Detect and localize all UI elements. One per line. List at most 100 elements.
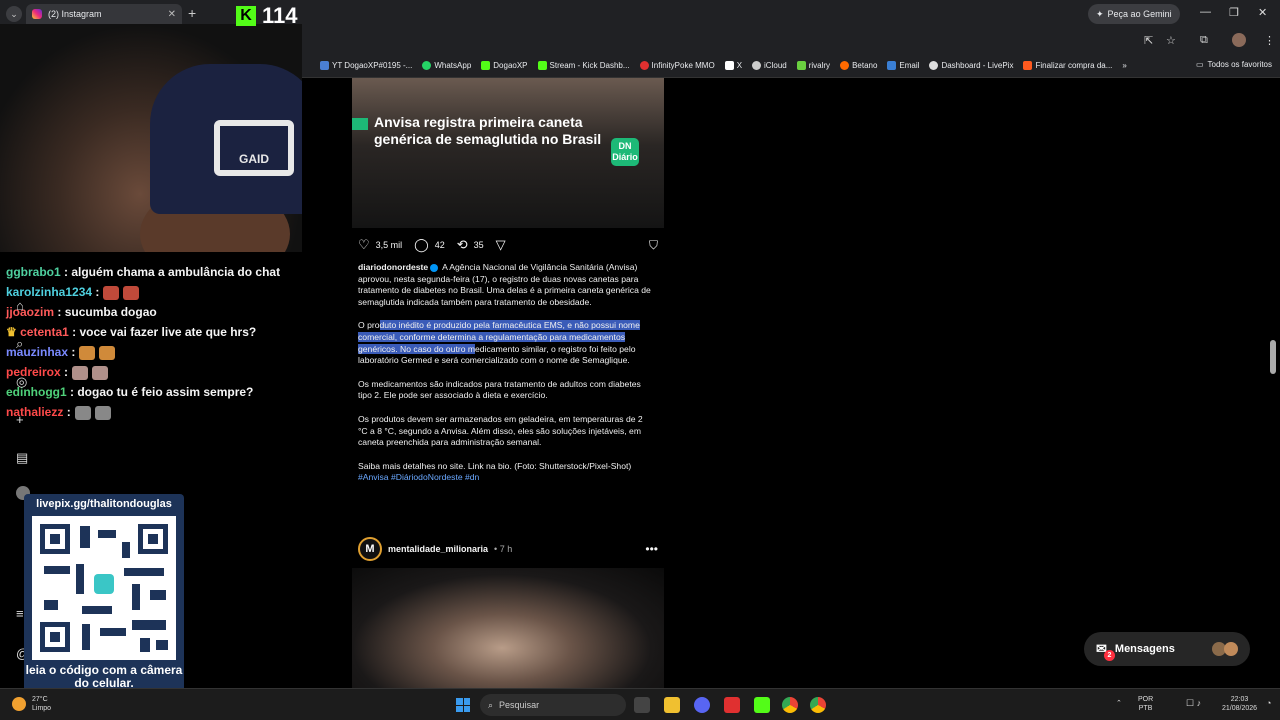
- repost-icon[interactable]: ⟲: [457, 237, 468, 253]
- app-icon[interactable]: [724, 697, 740, 713]
- close-window-button[interactable]: ✕: [1258, 6, 1267, 19]
- post-headline: Anvisa registra primeira caneta genérica…: [374, 114, 602, 147]
- post-image[interactable]: [352, 568, 664, 688]
- reels-icon[interactable]: ▤: [16, 450, 28, 466]
- chat-message: jjoaozim : sucumba dogao: [0, 302, 300, 322]
- bookmark-item[interactable]: X: [724, 61, 742, 70]
- kick-app-icon[interactable]: [754, 697, 770, 713]
- install-app-icon[interactable]: ⇱: [1144, 34, 1153, 47]
- emote-icon: [103, 285, 120, 300]
- tab-instagram[interactable]: (2) Instagram ✕: [26, 4, 182, 24]
- kick-viewer-counter: K 114: [236, 3, 298, 29]
- explore-icon[interactable]: ◎: [16, 374, 27, 390]
- page-scrollbar[interactable]: [1270, 340, 1276, 374]
- chat-username: pedreirox: [6, 365, 61, 379]
- start-button[interactable]: [456, 698, 470, 712]
- avatar[interactable]: M: [358, 537, 382, 561]
- chat-text: : sucumba dogao: [57, 305, 157, 319]
- emote-icon: [72, 365, 89, 380]
- qr-module: [124, 568, 164, 576]
- tab-list-button[interactable]: ⌄: [6, 6, 22, 22]
- bookmark-item[interactable]: rivalry: [796, 61, 830, 70]
- livepix-icon: [929, 61, 939, 70]
- post-time: • 7 h: [494, 544, 513, 554]
- search-icon[interactable]: ⌕: [16, 336, 23, 352]
- chat-username: ggbrabo1: [6, 265, 61, 279]
- qr-module: [98, 530, 116, 538]
- livepix-url: livepix.gg/thalitondouglas: [36, 498, 172, 510]
- post-username[interactable]: mentalidade_milionaria: [388, 544, 488, 554]
- discord-icon[interactable]: [694, 697, 710, 713]
- like-icon[interactable]: ♡: [358, 237, 370, 253]
- more-options-button[interactable]: •••: [645, 542, 658, 556]
- caption-text: Os medicamentos são indicados para trata…: [358, 378, 641, 401]
- livepix-qr-panel: livepix.gg/thalitondouglas leia o código…: [24, 494, 184, 698]
- bookmark-item[interactable]: InfinityPoke MMO: [639, 61, 715, 70]
- save-icon[interactable]: ⛉: [649, 238, 658, 253]
- qr-module: [156, 640, 168, 650]
- instagram-icon: [32, 9, 42, 19]
- task-view-icon[interactable]: [634, 697, 650, 713]
- emote-icon: [74, 405, 91, 420]
- comment-icon[interactable]: ◯: [414, 237, 429, 253]
- bookmark-item[interactable]: Dashboard - LivePix: [929, 61, 1013, 70]
- keyboard-language[interactable]: POR PTB: [1138, 695, 1153, 713]
- betano-icon: [840, 61, 850, 70]
- new-tab-button[interactable]: +: [188, 5, 196, 21]
- network-icon[interactable]: ☐ ♪: [1186, 699, 1201, 708]
- gemini-button[interactable]: ✦ Peça ao Gemini: [1088, 4, 1180, 24]
- bookmark-item[interactable]: Email: [887, 61, 919, 70]
- bookmark-item[interactable]: YT DogaoXP#0195 -...: [320, 61, 412, 70]
- qr-module: [132, 584, 140, 610]
- maximize-button[interactable]: ❐: [1229, 6, 1239, 19]
- notifications-icon[interactable]: ◔: [1266, 699, 1271, 708]
- bookmark-star-icon[interactable]: ☆: [1166, 34, 1176, 47]
- taskbar-search[interactable]: ⌕ Pesquisar: [480, 694, 626, 716]
- profile-avatar[interactable]: [1232, 33, 1246, 47]
- chrome-icon[interactable]: [810, 697, 826, 713]
- bookmark-item[interactable]: DogaoXP: [481, 61, 528, 70]
- chat-text: :: [95, 285, 100, 299]
- kick-icon: K: [236, 6, 256, 26]
- qr-finder: [40, 524, 70, 554]
- minimize-button[interactable]: —: [1200, 6, 1211, 18]
- bookmark-icon: [320, 61, 329, 70]
- home-icon[interactable]: ⌂: [16, 298, 24, 313]
- weather-temp: 27°C: [32, 696, 48, 703]
- extensions-icon[interactable]: ⧉: [1200, 34, 1208, 47]
- share-icon[interactable]: ▽: [496, 237, 506, 253]
- avatar: [1224, 642, 1238, 656]
- menu-kebab-icon[interactable]: ⋮: [1264, 34, 1275, 47]
- tray-overflow-icon[interactable]: ⌃: [1116, 699, 1122, 708]
- repost-count: 35: [473, 240, 484, 250]
- kick-icon: [481, 61, 491, 70]
- bookmark-item[interactable]: Betano: [840, 61, 877, 70]
- qr-module: [44, 566, 70, 574]
- bookmark-item[interactable]: iCloud: [752, 61, 787, 70]
- create-icon[interactable]: +: [16, 412, 24, 427]
- chat-username: karolzinha1234: [6, 285, 93, 299]
- tab-close-button[interactable]: ✕: [168, 9, 176, 20]
- menu-icon[interactable]: ≡: [16, 606, 24, 621]
- bookmark-item[interactable]: Stream - Kick Dashb...: [537, 61, 630, 70]
- caption-username[interactable]: diariodonordeste: [358, 262, 428, 272]
- messages-button[interactable]: ✉ 2 Mensagens: [1084, 632, 1250, 666]
- caption-text: O pro: [358, 320, 380, 331]
- chat-text: :: [64, 365, 69, 379]
- weather-desc: Limpo: [32, 705, 52, 712]
- chat-message: ♛ cetenta1 : voce vai fazer live ate que…: [0, 322, 300, 342]
- chat-message: nathaliezz :: [0, 402, 300, 422]
- messages-label: Mensagens: [1114, 643, 1175, 655]
- bookmark-item[interactable]: Finalizar compra da...: [1023, 61, 1112, 70]
- bookmarks-overflow-button[interactable]: »: [1122, 61, 1126, 70]
- chrome-icon[interactable]: [782, 697, 798, 713]
- post-image[interactable]: Anvisa registra primeira caneta genérica…: [352, 78, 664, 228]
- bookmark-item[interactable]: WhatsApp: [422, 61, 471, 70]
- file-explorer-icon[interactable]: [664, 697, 680, 713]
- caption-hashtags[interactable]: #Anvisa #DiáriodoNordeste #dn: [358, 472, 654, 484]
- weather-widget[interactable]: 27°C Limpo: [12, 695, 51, 713]
- clock[interactable]: 22:03 21/08/2026: [1222, 695, 1257, 713]
- tab-title: (2) Instagram: [48, 9, 102, 19]
- all-favorites-button[interactable]: ▭ Todos os favoritos: [1196, 60, 1272, 69]
- chat-message: mauzinhax :: [0, 342, 300, 362]
